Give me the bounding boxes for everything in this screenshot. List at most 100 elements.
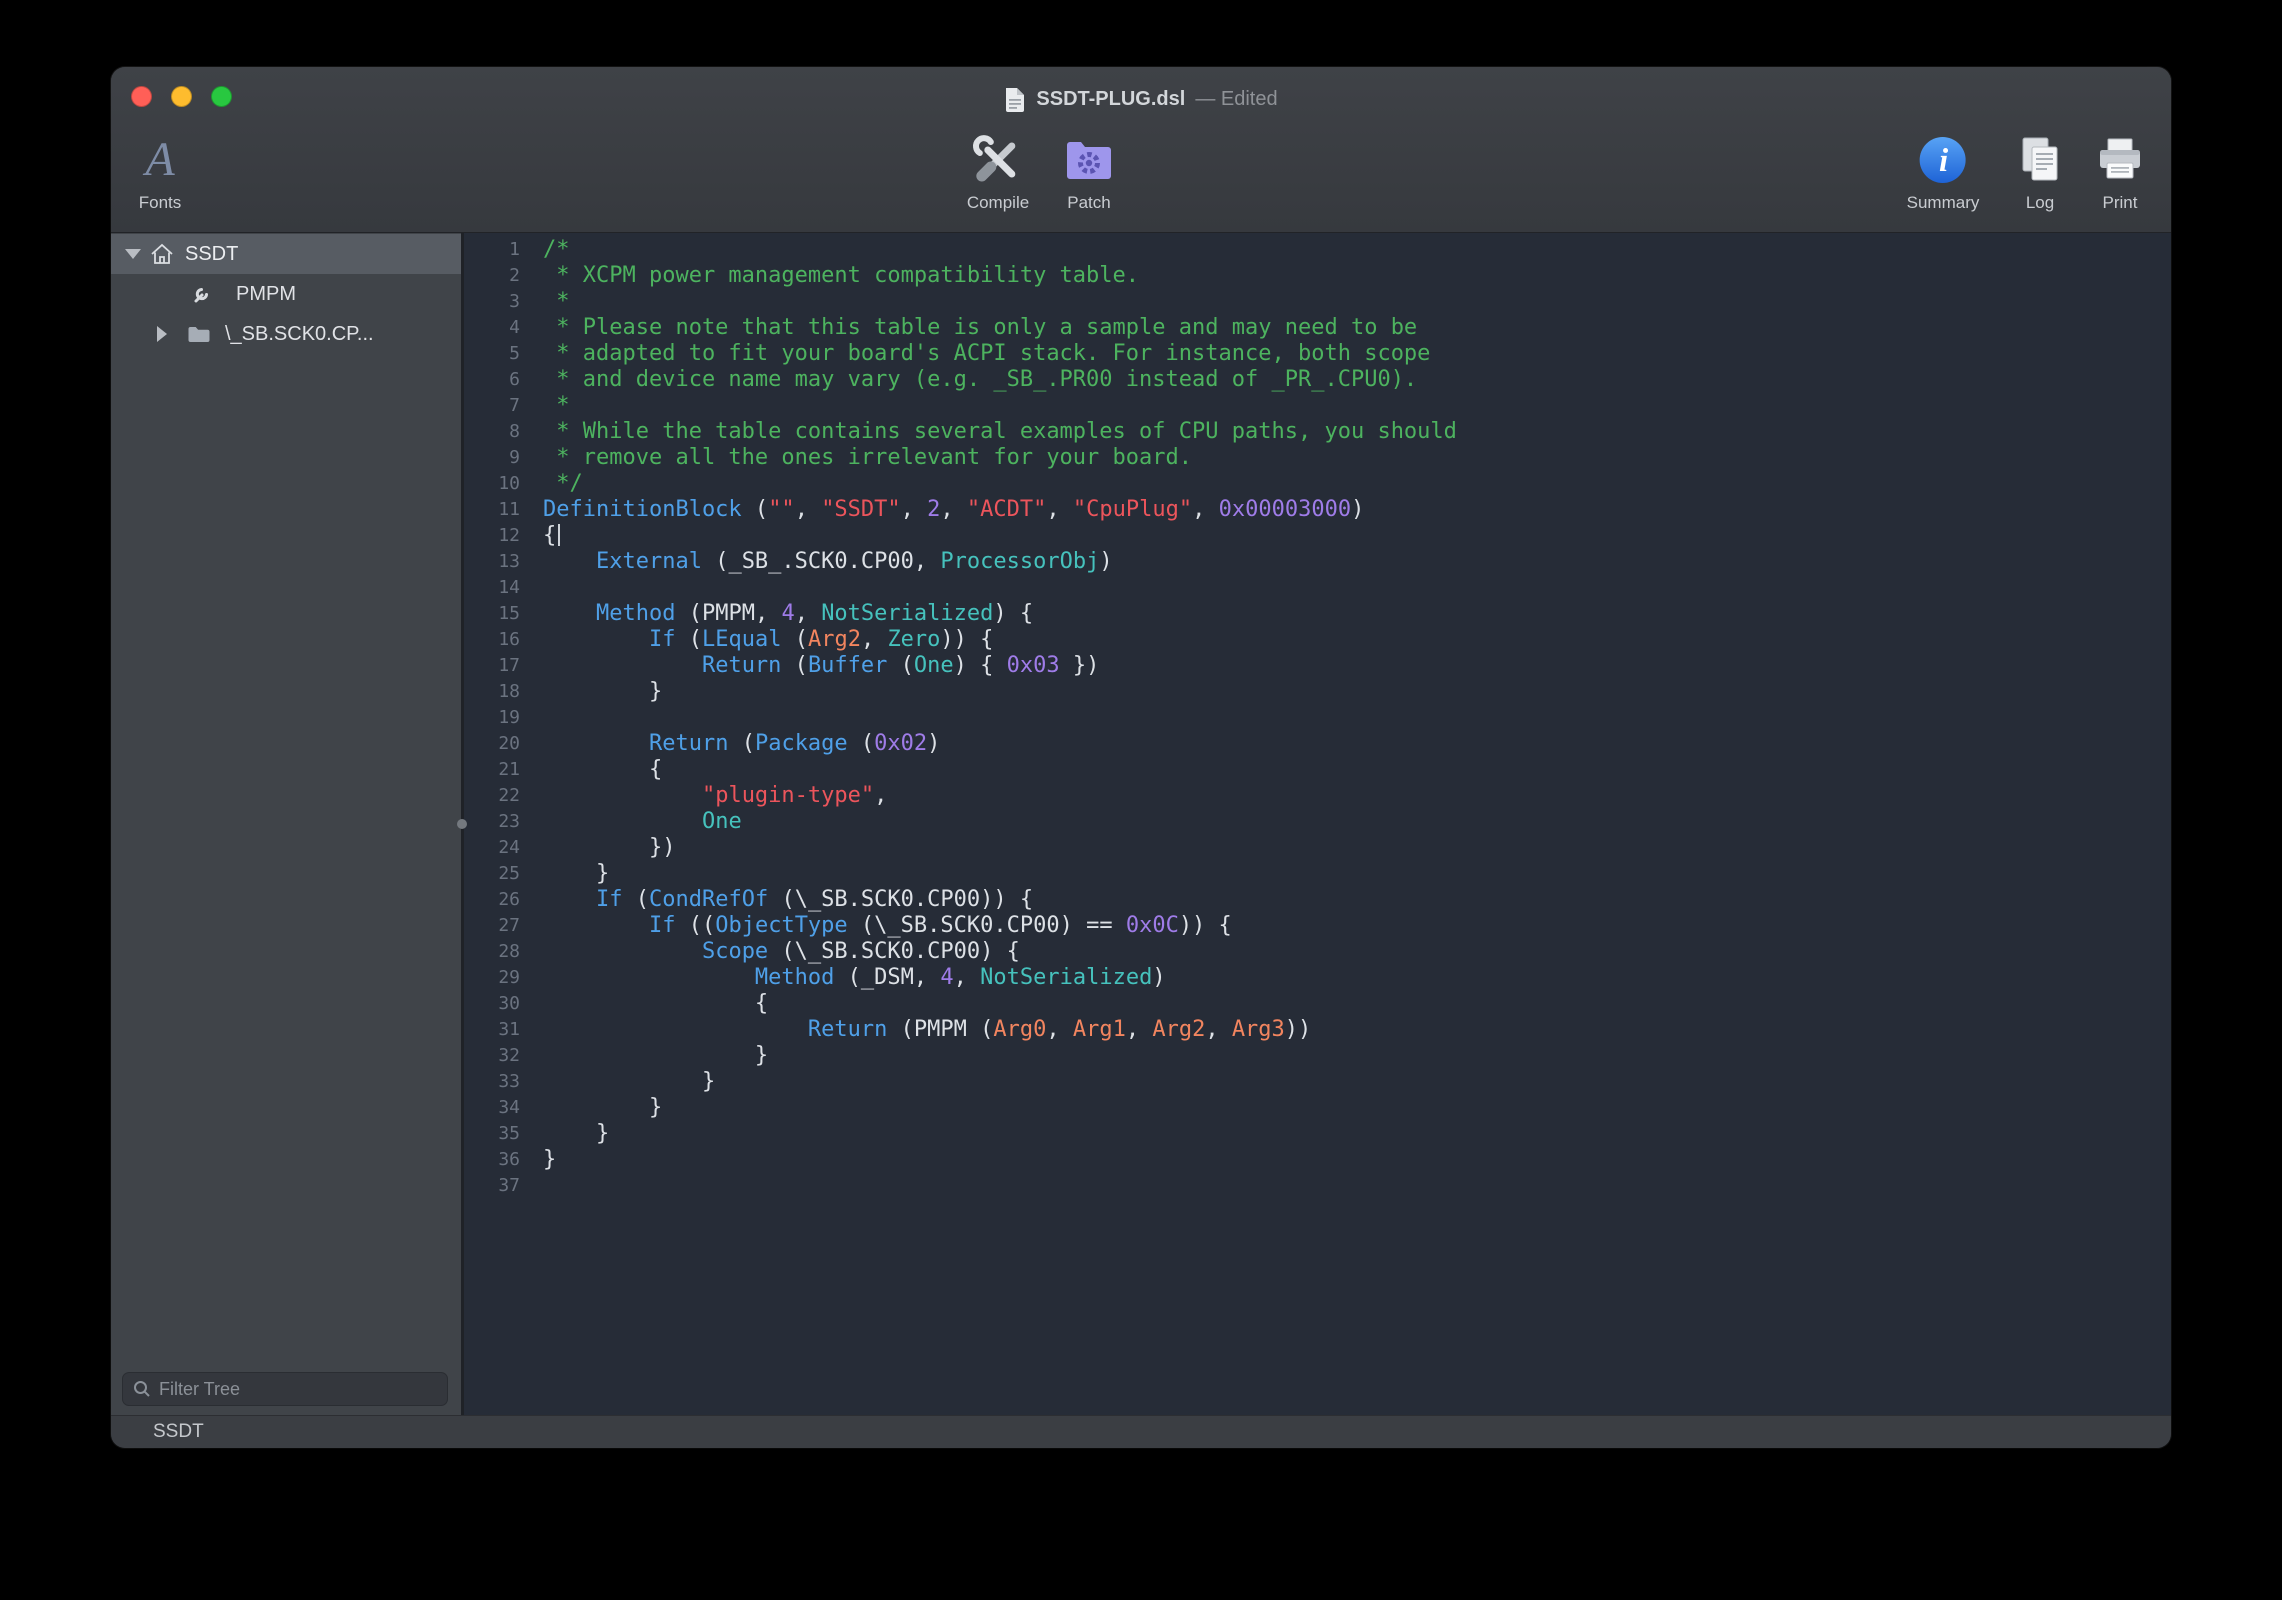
sidebar-item-label: SSDT	[185, 243, 238, 266]
code-line[interactable]: 13 External (_SB_.SCK0.CP00, ProcessorOb…	[464, 549, 2171, 575]
disclosure-open-icon[interactable]	[125, 249, 141, 259]
compile-button[interactable]: Compile	[967, 129, 1029, 213]
code-line[interactable]: 28 Scope (\_SB.SCK0.CP00) {	[464, 939, 2171, 965]
line-number: 10	[464, 471, 530, 497]
code-segment: (	[781, 627, 808, 652]
log-button[interactable]: Log	[2012, 129, 2068, 213]
print-button[interactable]: Print	[2092, 129, 2148, 213]
code-line[interactable]: 9 * remove all the ones irrelevant for y…	[464, 445, 2171, 471]
code-line[interactable]: 16 If (LEqual (Arg2, Zero)) {	[464, 627, 2171, 653]
code-line[interactable]: 5 * adapted to fit your board's ACPI sta…	[464, 341, 2171, 367]
code-line[interactable]: 24 })	[464, 835, 2171, 861]
code-line[interactable]: 35 }	[464, 1121, 2171, 1147]
code-line[interactable]: 37	[464, 1173, 2171, 1199]
code-segment	[543, 965, 755, 990]
code-segment: * adapted to fit your board's ACPI stack…	[543, 341, 1430, 366]
sidebar-item-label: \_SB.SCK0.CP...	[225, 323, 374, 346]
code-segment: Arg3	[1232, 1017, 1285, 1042]
code-line[interactable]: 26 If (CondRefOf (\_SB.SCK0.CP00)) {	[464, 887, 2171, 913]
code-line[interactable]: 18 }	[464, 679, 2171, 705]
line-number: 30	[464, 991, 530, 1017]
code-segment: One	[702, 809, 742, 834]
summary-button[interactable]: i Summary	[1907, 129, 1980, 213]
code-line[interactable]: 32 }	[464, 1043, 2171, 1069]
code-segment: }	[543, 1069, 715, 1094]
code-segment: ObjectType	[715, 913, 847, 938]
code-line[interactable]: 2 * XCPM power management compatibility …	[464, 263, 2171, 289]
code-segment: )) {	[940, 627, 993, 652]
code-line[interactable]: 4 * Please note that this table is only …	[464, 315, 2171, 341]
window-title: SSDT-PLUG.dsl — Edited	[1004, 86, 1277, 112]
code-line[interactable]: 12{	[464, 523, 2171, 549]
line-number: 5	[464, 341, 530, 367]
code-line[interactable]: 14	[464, 575, 2171, 601]
split-handle[interactable]	[457, 819, 467, 829]
code-segment: LEqual	[702, 627, 781, 652]
code-segment: ,	[1046, 1017, 1073, 1042]
zoom-button[interactable]	[211, 86, 232, 107]
compile-icon	[970, 129, 1026, 191]
sidebar-item-pmpm[interactable]: PMPM	[111, 274, 461, 314]
close-button[interactable]	[131, 86, 152, 107]
code-line[interactable]: 20 Return (Package (0x02)	[464, 731, 2171, 757]
code-line[interactable]: 8 * While the table contains several exa…	[464, 419, 2171, 445]
code-line[interactable]: 22 "plugin-type",	[464, 783, 2171, 809]
code-line[interactable]: 27 If ((ObjectType (\_SB.SCK0.CP00) == 0…	[464, 913, 2171, 939]
code-line[interactable]: 29 Method (_DSM, 4, NotSerialized)	[464, 965, 2171, 991]
code-line[interactable]: 23 One	[464, 809, 2171, 835]
code-segment: ProcessorObj	[940, 549, 1099, 574]
code-line[interactable]: 15 Method (PMPM, 4, NotSerialized) {	[464, 601, 2171, 627]
code-line[interactable]: 31 Return (PMPM (Arg0, Arg1, Arg2, Arg3)…	[464, 1017, 2171, 1043]
filter-tree-input[interactable]	[159, 1379, 438, 1400]
line-number: 13	[464, 549, 530, 575]
fonts-button[interactable]: A Fonts	[139, 129, 182, 213]
code-segment: Zero	[887, 627, 940, 652]
code-line[interactable]: 6 * and device name may vary (e.g. _SB_.…	[464, 367, 2171, 393]
sidebar-item-sb-sck0-cp00[interactable]: \_SB.SCK0.CP...	[111, 314, 461, 354]
patch-button[interactable]: Patch	[1063, 129, 1115, 213]
line-number: 8	[464, 419, 530, 445]
code-segment: }	[543, 1147, 556, 1172]
line-number: 12	[464, 523, 530, 549]
code-line[interactable]: 17 Return (Buffer (One) { 0x03 })	[464, 653, 2171, 679]
code-line[interactable]: 7 *	[464, 393, 2171, 419]
code-segment: (	[887, 653, 914, 678]
code-segment: )	[1099, 549, 1112, 574]
code-segment: ,	[1205, 1017, 1232, 1042]
code-segment: {	[543, 991, 768, 1016]
code-segment: ,	[861, 627, 888, 652]
code-line[interactable]: 19	[464, 705, 2171, 731]
filter-field	[122, 1372, 448, 1406]
code-line[interactable]: 30 {	[464, 991, 2171, 1017]
line-number: 17	[464, 653, 530, 679]
code-line[interactable]: 36}	[464, 1147, 2171, 1173]
document-icon[interactable]	[1004, 86, 1026, 112]
sidebar-item-label: PMPM	[236, 283, 296, 306]
code-segment: * XCPM power management compatibility ta…	[543, 263, 1139, 288]
code-segment: (	[728, 731, 755, 756]
disclosure-closed-icon[interactable]	[157, 326, 173, 342]
code-line[interactable]: 25 }	[464, 861, 2171, 887]
line-number: 34	[464, 1095, 530, 1121]
code-segment: 0x02	[874, 731, 927, 756]
code-segment	[543, 731, 649, 756]
code-segment: (PMPM (	[887, 1017, 993, 1042]
line-number: 15	[464, 601, 530, 627]
line-number: 32	[464, 1043, 530, 1069]
code-segment: "CpuPlug"	[1073, 497, 1192, 522]
code-line[interactable]: 33 }	[464, 1069, 2171, 1095]
code-line[interactable]: 3 *	[464, 289, 2171, 315]
titlebar[interactable]: SSDT-PLUG.dsl — Edited	[111, 67, 2171, 125]
search-icon	[132, 1379, 152, 1399]
code-line[interactable]: 10 */	[464, 471, 2171, 497]
minimize-button[interactable]	[171, 86, 192, 107]
code-segment: 0x00003000	[1219, 497, 1351, 522]
line-number: 9	[464, 445, 530, 471]
code-editor[interactable]: 1/*2 * XCPM power management compatibili…	[464, 233, 2171, 1415]
code-line[interactable]: 34 }	[464, 1095, 2171, 1121]
code-line[interactable]: 11DefinitionBlock ("", "SSDT", 2, "ACDT"…	[464, 497, 2171, 523]
code-line[interactable]: 1/*	[464, 237, 2171, 263]
code-line[interactable]: 21 {	[464, 757, 2171, 783]
sidebar-item-ssdt[interactable]: SSDT	[111, 234, 461, 274]
code-segment: Buffer	[808, 653, 887, 678]
